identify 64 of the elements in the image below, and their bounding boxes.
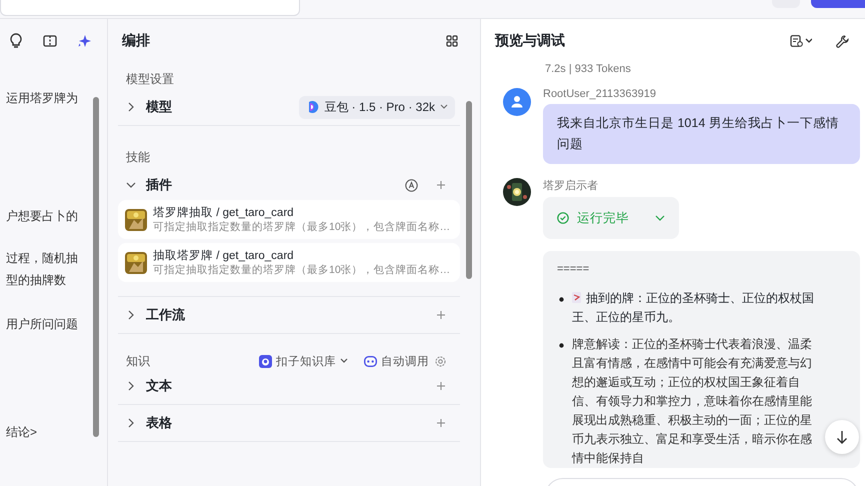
section-label: 模型设置 — [125, 71, 175, 88]
prompt-text: 运用塔罗牌为 — [6, 90, 79, 107]
plugin-description: 可指定抽取指定数量的塔罗牌（最多10张），包含牌面名称… — [153, 263, 450, 277]
model-logo-icon — [306, 100, 320, 114]
grid-icon[interactable] — [446, 35, 458, 47]
section-label: 知识 — [126, 352, 150, 370]
panel-title: 编排 — [122, 32, 150, 50]
plugin-icon — [125, 208, 147, 230]
prompt-text: 用户所问问题 — [6, 316, 79, 333]
panel-title: 预览与调试 — [495, 32, 565, 50]
plugin-card[interactable]: 抽取塔罗牌 / get_taro_card 可指定抽取指定数量的塔罗牌（最多10张），包含牌面名称… — [118, 243, 460, 282]
auto-icon[interactable] — [405, 178, 418, 192]
prompt-text: 户想要占卜的 — [6, 208, 79, 225]
add-icon[interactable] — [436, 418, 446, 428]
chevron-icon[interactable] — [126, 180, 136, 190]
wrench-icon[interactable] — [836, 34, 849, 48]
answer-text: 抽到的牌：正位的圣杯骑士、正位的权杖国王、正位的星币九。 — [572, 290, 815, 326]
author-name: RootUser_2113363919 — [543, 88, 657, 100]
prompt-text: 过程，随机抽 — [6, 250, 79, 267]
row-label: 插件 — [146, 176, 172, 194]
caret-icon — [440, 104, 448, 110]
answer-text: 牌意解读：正位的圣杯骑士代表着浪漫、温柔且富有情感，在感情中可能会有充满爱意与幻想的邂逅或互动；正位的权杖国王象征着自信、有领导力和掌控力，意味着你在感情里能展现出成熟稳重、积极主动的一面；正位的星币九表示独立、富足和享受生活，暗示你在感情中能保持自 — [572, 336, 813, 467]
prompt-text: 型的抽牌数 — [6, 272, 67, 289]
add-icon[interactable] — [436, 180, 446, 190]
user-avatar-icon — [503, 88, 531, 116]
scrollbar-thumb[interactable] — [466, 101, 472, 279]
user-message: 我来自北京市生日是 1014 男生给我占卜一下感情问题 — [543, 104, 860, 164]
arrow-down-icon — [836, 430, 848, 444]
split-view-icon[interactable] — [43, 34, 57, 48]
plugin-name: 抽取塔罗牌 / get_taro_card — [153, 248, 295, 263]
chevron-icon[interactable] — [126, 310, 136, 320]
chevron-icon — [655, 215, 665, 221]
bullet-icon — [559, 297, 564, 302]
knowledge-source-select[interactable]: 扣子知识库 — [259, 354, 348, 368]
plugin-description: 可指定抽取指定数量的塔罗牌（最多10张），包含牌面名称… — [153, 220, 450, 234]
chevron-icon[interactable] — [126, 418, 136, 428]
knowledge-base-icon — [259, 354, 272, 368]
settings-icon[interactable] — [435, 356, 446, 366]
chevron-icon[interactable] — [126, 102, 136, 112]
model-select[interactable]: 豆包 · 1.5 · Pro · 32k — [299, 96, 455, 118]
plugin-name: 塔罗牌抽取 / get_taro_card — [153, 206, 295, 220]
auto-call-button[interactable]: 自动调用 — [364, 354, 429, 368]
add-icon[interactable] — [436, 381, 446, 391]
add-icon[interactable] — [436, 310, 446, 320]
separator-text: ===== — [557, 263, 590, 275]
bullet-icon — [559, 343, 564, 348]
plugin-icon — [125, 252, 147, 274]
scrollbar-thumb[interactable] — [93, 97, 99, 437]
row-label: 表格 — [146, 414, 172, 432]
bulb-icon[interactable] — [9, 33, 23, 49]
row-label: 模型 — [146, 98, 172, 116]
prompt-text: 结论> — [6, 424, 38, 441]
token-stats: 7.2s | 933 Tokens — [545, 63, 632, 76]
plugin-card[interactable]: 塔罗牌抽取 / get_taro_card 可指定抽取指定数量的塔罗牌（最多10张），包含牌面名称… — [118, 200, 460, 239]
row-label: 工作流 — [146, 306, 185, 324]
caret-icon — [340, 358, 348, 364]
sparkle-icon[interactable] — [77, 34, 91, 48]
author-name: 塔罗启示者 — [543, 178, 599, 193]
document-settings-icon[interactable] — [790, 35, 812, 47]
section-label: 技能 — [125, 149, 151, 166]
chevron-icon[interactable] — [126, 381, 136, 391]
robot-icon — [364, 356, 377, 366]
row-label: 文本 — [146, 377, 172, 395]
check-circle-icon — [557, 212, 569, 224]
